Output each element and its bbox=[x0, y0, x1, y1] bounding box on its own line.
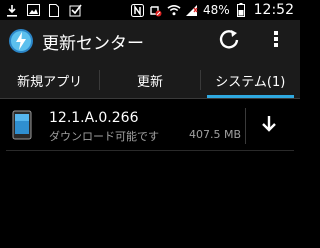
status-bar: 48% 12:52 bbox=[0, 0, 300, 20]
list-divider bbox=[6, 150, 294, 151]
download-arrow-icon bbox=[261, 115, 277, 137]
nfc-icon bbox=[131, 3, 145, 17]
battery-icon bbox=[234, 3, 248, 17]
overflow-menu-icon bbox=[273, 30, 279, 52]
sim-icon bbox=[47, 3, 61, 17]
row-divider bbox=[245, 108, 246, 144]
system-update-item[interactable]: 12.1.A.0.266 ダウンロード可能です 407.5 MB bbox=[0, 100, 300, 150]
refresh-icon bbox=[218, 28, 240, 54]
tab-label: 新規アプリ bbox=[17, 74, 83, 90]
tab-updates[interactable]: 更新 bbox=[100, 62, 199, 98]
tab-label: 更新 bbox=[136, 74, 163, 90]
action-bar: 更新センター bbox=[0, 20, 300, 62]
app-title: 更新センター bbox=[42, 33, 144, 54]
tab-label: システム(1) bbox=[215, 74, 286, 90]
overflow-menu-button[interactable] bbox=[266, 28, 286, 54]
check-box-icon bbox=[68, 3, 82, 17]
image-icon bbox=[26, 3, 40, 17]
battery-percent: 48% bbox=[202, 3, 230, 17]
phone-icon bbox=[12, 110, 32, 140]
update-size: 407.5 MB bbox=[189, 128, 242, 141]
wifi-icon bbox=[167, 3, 181, 17]
update-status: ダウンロード可能です bbox=[49, 130, 159, 143]
update-version: 12.1.A.0.266 bbox=[49, 110, 139, 126]
system-icons: 48% 12:52 bbox=[131, 2, 300, 18]
refresh-button[interactable] bbox=[216, 28, 242, 54]
notification-icons bbox=[0, 3, 82, 17]
tab-new-apps[interactable]: 新規アプリ bbox=[0, 62, 99, 98]
update-center-icon[interactable] bbox=[8, 28, 34, 54]
tab-system[interactable]: システム(1) bbox=[201, 62, 300, 98]
download-button[interactable] bbox=[255, 112, 283, 140]
mute-icon bbox=[149, 3, 163, 17]
tab-bar: 新規アプリ 更新 システム(1) bbox=[0, 62, 300, 99]
clock: 12:52 bbox=[253, 2, 294, 18]
download-icon bbox=[5, 3, 19, 17]
signal-icon bbox=[185, 3, 199, 17]
